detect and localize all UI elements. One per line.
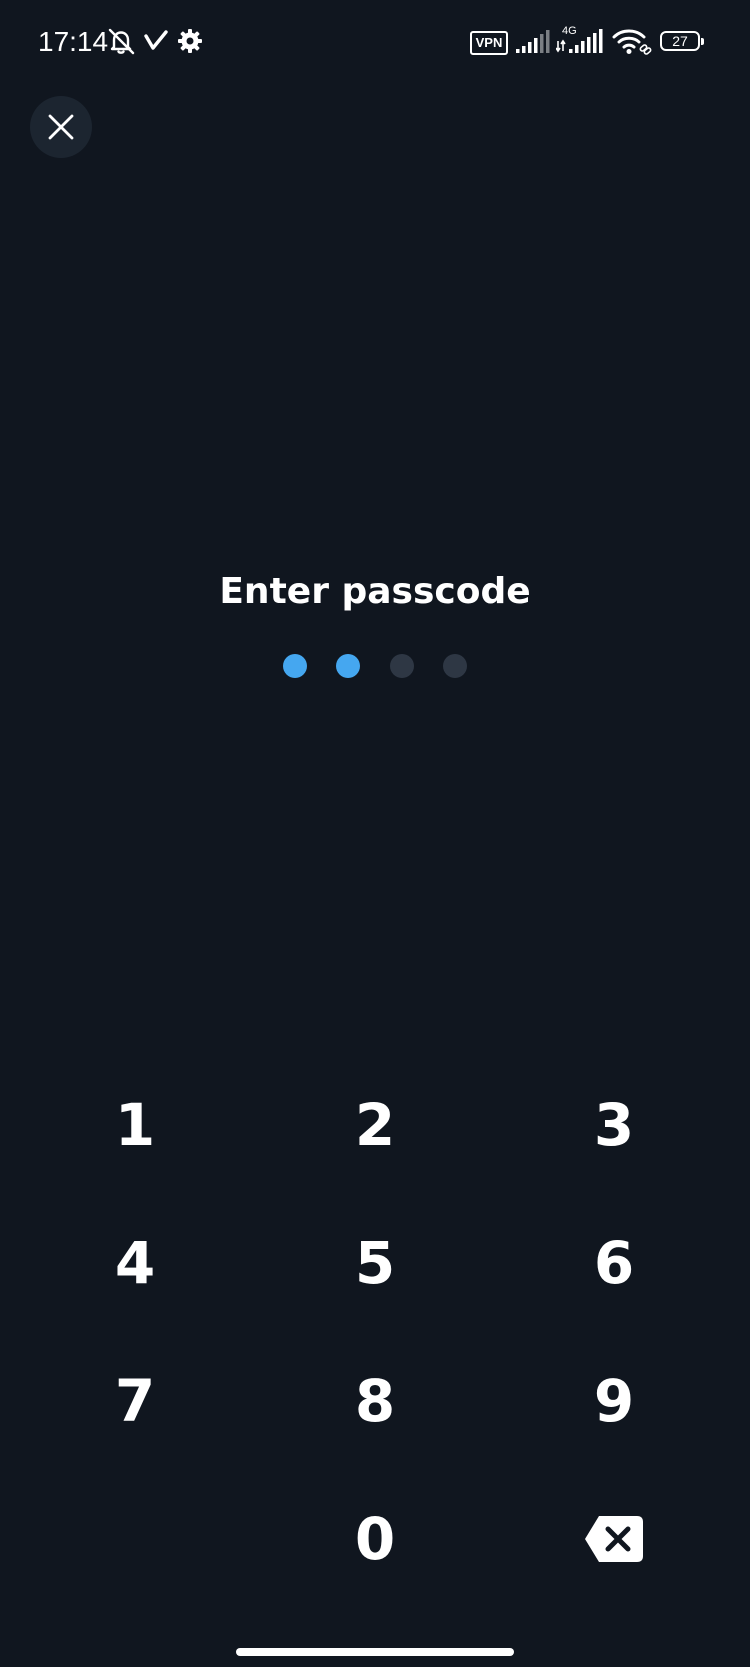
passcode-indicator xyxy=(0,654,750,678)
passcode-dot-4 xyxy=(443,654,467,678)
key-4[interactable]: 4 xyxy=(35,1208,235,1318)
status-bar: 17:14 VPN 4G 27 xyxy=(0,0,750,84)
battery-level: 27 xyxy=(672,33,688,49)
close-icon xyxy=(48,114,74,140)
vpn-icon: VPN xyxy=(470,31,508,55)
key-3[interactable]: 3 xyxy=(514,1070,714,1180)
backspace-button[interactable] xyxy=(514,1484,714,1594)
passcode-dot-2 xyxy=(336,654,360,678)
key-9[interactable]: 9 xyxy=(514,1346,714,1456)
page-title: Enter passcode xyxy=(219,571,531,612)
key-8[interactable]: 8 xyxy=(275,1346,475,1456)
backspace-icon xyxy=(585,1516,643,1562)
status-time: 17:14 xyxy=(38,26,109,57)
passcode-dot-1 xyxy=(283,654,307,678)
home-indicator[interactable] xyxy=(236,1648,514,1656)
signal-icon xyxy=(516,30,550,53)
battery-icon: 27 xyxy=(660,31,704,51)
key-6[interactable]: 6 xyxy=(514,1208,714,1318)
check-icon xyxy=(144,30,168,50)
wifi-icon xyxy=(612,29,652,55)
gear-icon xyxy=(178,29,202,53)
key-0[interactable]: 0 xyxy=(275,1484,475,1594)
key-1[interactable]: 1 xyxy=(35,1070,235,1180)
key-5[interactable]: 5 xyxy=(275,1208,475,1318)
passcode-dot-3 xyxy=(390,654,414,678)
close-button[interactable] xyxy=(30,96,92,158)
bell-off-icon xyxy=(108,28,135,55)
signal-4g-icon xyxy=(556,29,603,53)
key-2[interactable]: 2 xyxy=(275,1070,475,1180)
key-7[interactable]: 7 xyxy=(35,1346,235,1456)
